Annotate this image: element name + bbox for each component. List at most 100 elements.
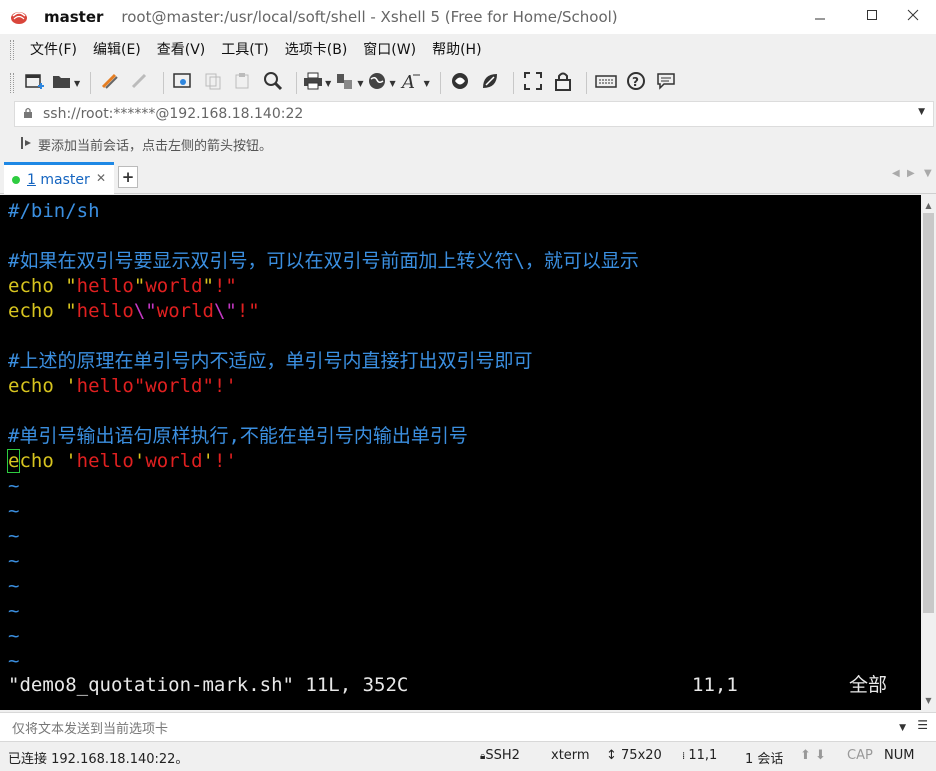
chevron-down-icon: ▼ [74, 78, 81, 88]
help-button[interactable]: ? [623, 70, 649, 96]
new-session-button[interactable] [22, 70, 48, 96]
terminal-text: #如果在双引号要显示双引号，可以在双引号前面加上转义符\，就可以显示 [8, 250, 639, 272]
toolbar-separator [512, 72, 514, 94]
terminal-text: cho [19, 450, 66, 472]
lock-button[interactable] [550, 70, 576, 96]
maximize-icon [866, 9, 878, 25]
paste-button[interactable] [230, 70, 256, 96]
menu-view[interactable]: 查看(V) [149, 34, 214, 66]
menu-tab[interactable]: 选项卡(B) [277, 34, 356, 66]
terminal-text: \" [133, 300, 157, 322]
tab-close-icon[interactable]: ✕ [96, 171, 106, 185]
xftp-button[interactable] [447, 70, 473, 96]
terminal-screen[interactable]: "demo8_quotation-mark.sh" 11L, 352C 11,1… [0, 195, 921, 710]
title-bar: master root@master:/usr/local/soft/shell… [0, 0, 936, 34]
terminal-text: ' [65, 375, 77, 397]
terminal-text: hello [76, 450, 134, 472]
scrollbar-thumb[interactable] [923, 213, 934, 613]
svg-text:?: ? [632, 75, 639, 89]
menu-file[interactable]: 文件(F) [22, 34, 85, 66]
terminal-line: #单引号输出语句原样执行,不能在单引号内输出单引号 [8, 424, 468, 449]
reconnect-button[interactable] [97, 70, 123, 96]
transfer-button[interactable]: ▼ [335, 70, 363, 96]
terminal-text: !" [213, 275, 237, 297]
new-tab-button[interactable]: + [118, 166, 138, 188]
copy-button[interactable] [200, 70, 226, 96]
vim-status-position: 11,1 [692, 674, 738, 696]
terminal-text: hello [76, 300, 134, 322]
session-hint-bar: 要添加当前会话，点击左侧的箭头按钮。 [0, 131, 936, 157]
terminal-text: ~ [8, 550, 20, 572]
tab-scroll-right-icon[interactable]: ▶ [907, 168, 915, 179]
terminal-text: " [65, 275, 77, 297]
chevron-down-icon[interactable]: ▼ [918, 107, 925, 117]
menu-edit[interactable]: 编辑(E) [85, 34, 149, 66]
globe-button[interactable]: ▼ [367, 70, 396, 96]
properties-button[interactable] [170, 70, 196, 96]
connection-status-dot [12, 175, 20, 184]
address-bar[interactable]: ssh://root:******@192.168.18.140:22 ▼ [14, 101, 934, 127]
keyboard-button[interactable] [593, 70, 619, 96]
cursor-position: ⁞ 11,1 [682, 748, 718, 763]
close-icon [907, 9, 919, 25]
folder-icon [52, 73, 72, 93]
terminal-text: world [145, 450, 203, 472]
terminal-line: echo 'hello'world'!' [6, 449, 237, 474]
close-button[interactable] [890, 0, 936, 34]
tab-bar: 1 master ✕ [0, 160, 936, 194]
connect-icon [100, 72, 120, 94]
menu-window[interactable]: 窗口(W) [355, 34, 424, 66]
feedback-button[interactable] [653, 70, 679, 96]
chat-bubble-icon [656, 71, 676, 95]
terminal-text: ' [65, 450, 77, 472]
terminal-line: ~ [8, 499, 19, 524]
session-nav-icons[interactable]: ⬆ ⬇ [800, 748, 826, 763]
session-count: 1 会话 [745, 752, 784, 767]
chevron-down-icon: ▼ [357, 78, 364, 88]
terminal-text: world [145, 275, 203, 297]
compose-bar[interactable]: 仅将文本发送到当前选项卡 ▼ ☰ [0, 712, 936, 742]
compose-input[interactable]: 仅将文本发送到当前选项卡 [12, 718, 168, 737]
chevron-down-icon[interactable]: ▼ [899, 723, 906, 733]
menu-bar: 文件(F) 编辑(E) 查看(V) 工具(T) 选项卡(B) 窗口(W) 帮助(… [0, 34, 936, 66]
fullscreen-button[interactable] [520, 70, 546, 96]
terminal-line: ~ [8, 574, 19, 599]
transfer-icon [335, 72, 355, 94]
maximize-button[interactable] [849, 0, 895, 34]
vim-status-file: "demo8_quotation-mark.sh" 11L, 352C [8, 674, 409, 696]
menu-help[interactable]: 帮助(H) [424, 34, 489, 66]
scroll-down-icon[interactable]: ▼ [921, 692, 936, 708]
minimize-button[interactable] [797, 0, 843, 34]
search-icon [263, 71, 283, 95]
terminal-text: ~ [8, 600, 20, 622]
terminal-text: world [156, 300, 214, 322]
disconnect-icon [130, 72, 150, 94]
terminal-text: ~ [8, 475, 20, 497]
find-button[interactable] [260, 70, 286, 96]
address-input[interactable]: ssh://root:******@192.168.18.140:22 [43, 106, 303, 122]
scroll-up-icon[interactable]: ▲ [921, 197, 936, 213]
terminal-text: #单引号输出语句原样执行,不能在单引号内输出单引号 [8, 425, 468, 447]
disconnect-button[interactable] [127, 70, 153, 96]
xmanager-button[interactable] [477, 70, 503, 96]
chevron-down-icon: ▼ [423, 78, 430, 88]
leaf-icon [480, 71, 500, 95]
open-folder-button[interactable]: ▼ [52, 70, 80, 96]
terminal-text: " [65, 300, 77, 322]
printer-icon [303, 72, 323, 94]
tab-list-icon[interactable]: ▼ [924, 168, 932, 179]
tab-master[interactable]: 1 master ✕ [4, 162, 114, 194]
vim-status-scope: 全部 [849, 674, 888, 696]
tab-scroll-left-icon[interactable]: ◀ [892, 168, 900, 179]
toolbar-separator [439, 72, 441, 94]
font-button[interactable]: A ▼ [400, 70, 430, 96]
terminal-text: ~ [8, 575, 20, 597]
terminal-scrollbar[interactable]: ▲ ▼ [921, 195, 936, 710]
print-button[interactable]: ▼ [303, 70, 331, 96]
arrow-pin-icon[interactable] [20, 136, 32, 153]
terminal-text: \" [213, 300, 237, 322]
menu-icon[interactable]: ☰ [917, 718, 928, 732]
minimize-icon [814, 9, 826, 25]
menu-tools[interactable]: 工具(T) [213, 34, 276, 66]
terminal-line: ~ [8, 474, 19, 499]
